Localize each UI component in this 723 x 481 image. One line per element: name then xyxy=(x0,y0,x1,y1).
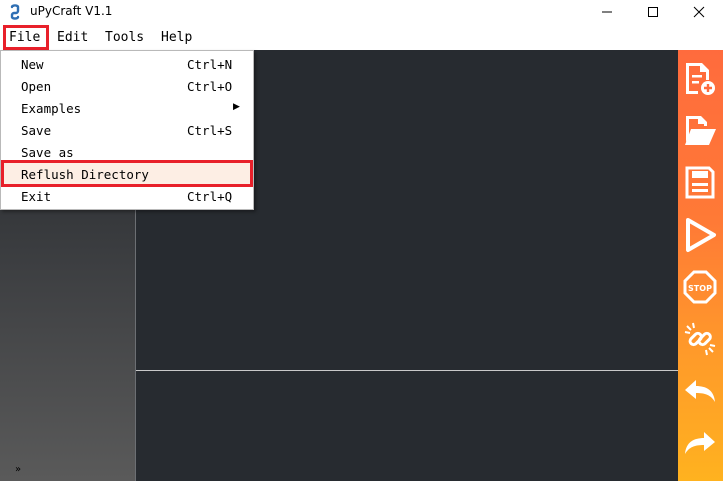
menu-item-shortcut: Ctrl+N xyxy=(187,57,233,72)
menu-item-save-as[interactable]: Save as xyxy=(1,141,253,163)
close-icon xyxy=(693,6,705,18)
chevron-right-icon: ▶ xyxy=(233,102,240,112)
run-button[interactable] xyxy=(678,210,723,260)
save-file-button[interactable] xyxy=(678,158,723,208)
menu-file[interactable]: File xyxy=(9,30,40,45)
file-menu-dropdown: New Ctrl+N Open Ctrl+O Examples ▶ Save C… xyxy=(0,50,254,210)
menu-item-label: Save xyxy=(21,123,52,138)
app-logo-icon xyxy=(10,4,20,20)
minimize-icon xyxy=(602,11,612,13)
redo-button[interactable] xyxy=(678,418,723,468)
menu-item-new[interactable]: New Ctrl+N xyxy=(1,53,253,75)
save-icon xyxy=(685,166,715,199)
open-file-button[interactable] xyxy=(678,106,723,156)
menu-item-reflush-directory[interactable]: Reflush Directory xyxy=(1,163,253,185)
redo-icon xyxy=(685,432,715,454)
minimize-button[interactable] xyxy=(584,0,630,25)
maximize-icon xyxy=(648,7,658,17)
menu-item-label: Reflush Directory xyxy=(21,167,149,182)
menu-item-label: Open xyxy=(21,79,52,94)
menu-item-label: Exit xyxy=(21,189,52,204)
menu-item-shortcut: Ctrl+O xyxy=(187,79,233,94)
stop-button[interactable]: STOP xyxy=(678,262,723,312)
menu-item-label: Examples xyxy=(21,101,82,116)
undo-icon xyxy=(685,380,715,402)
new-file-button[interactable] xyxy=(678,54,723,104)
maximize-button[interactable] xyxy=(630,0,676,25)
close-button[interactable] xyxy=(676,0,722,25)
new-file-icon xyxy=(686,63,715,95)
undo-button[interactable] xyxy=(678,366,723,416)
connect-button[interactable] xyxy=(678,314,723,364)
menu-item-label: Save as xyxy=(21,145,74,160)
right-toolbar: STOP xyxy=(678,50,723,481)
menu-item-label: New xyxy=(21,57,44,72)
menu-edit[interactable]: Edit xyxy=(57,30,88,45)
terminal-panel[interactable] xyxy=(136,371,678,481)
menu-help[interactable]: Help xyxy=(161,30,192,45)
menu-item-open[interactable]: Open Ctrl+O xyxy=(1,75,253,97)
menu-item-shortcut: Ctrl+S xyxy=(187,123,233,138)
window-title: uPyCraft V1.1 xyxy=(30,4,113,18)
toolbar-more-button[interactable]: » xyxy=(15,464,21,475)
menu-bar: File Edit Tools Help xyxy=(0,25,723,50)
title-bar: uPyCraft V1.1 xyxy=(0,0,723,25)
connect-icon xyxy=(684,322,716,356)
menu-item-save[interactable]: Save Ctrl+S xyxy=(1,119,253,141)
run-icon xyxy=(686,218,716,252)
menu-item-shortcut: Ctrl+Q xyxy=(187,189,233,204)
stop-icon: STOP xyxy=(683,270,717,304)
svg-text:STOP: STOP xyxy=(688,284,712,293)
open-folder-icon xyxy=(685,116,716,145)
menu-item-exit[interactable]: Exit Ctrl+Q xyxy=(1,185,253,207)
menu-tools[interactable]: Tools xyxy=(105,30,144,45)
menu-item-examples[interactable]: Examples ▶ xyxy=(1,97,253,119)
